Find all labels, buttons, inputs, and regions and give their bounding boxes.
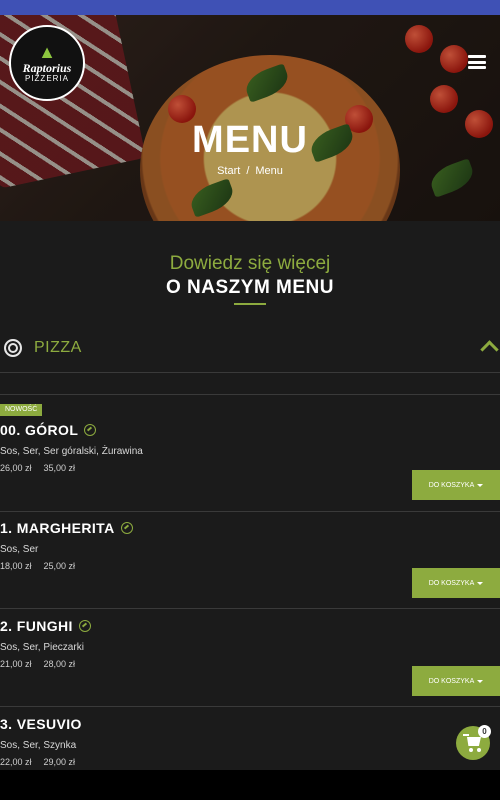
- item-name-text: 00. GÓROL: [0, 422, 79, 438]
- category-pizza-toggle[interactable]: PIZZA: [0, 330, 500, 372]
- hero-banner: ▲ Raptorius PIZZERIA MENU Start / Menu: [0, 15, 500, 221]
- cart-count-badge: 0: [478, 725, 491, 738]
- menu-item: 1. MARGHERITA Sos, Ser 18,00 zł 25,00 zł …: [0, 511, 500, 608]
- price-small: 26,00 zł: [0, 463, 32, 473]
- breadcrumb-separator: /: [246, 165, 250, 177]
- price-small: 22,00 zł: [0, 757, 32, 767]
- caret-down-icon: [477, 581, 484, 585]
- brand-subtitle: PIZZERIA: [24, 74, 69, 83]
- item-ingredients: Sos, Ser, Ser góralski, Żurawina: [0, 446, 143, 457]
- add-to-cart-label: DO KOSZYKA: [428, 579, 475, 587]
- item-name: 3. VESUVIO: [0, 716, 82, 732]
- price-large: 35,00 zł: [43, 463, 76, 473]
- item-ingredients: Sos, Ser, Pieczarki: [0, 642, 84, 653]
- item-ingredients: Sos, Ser: [0, 544, 39, 555]
- item-prices: 26,00 zł 35,00 zł: [0, 463, 87, 473]
- item-name: 2. FUNGHI: [0, 618, 91, 634]
- add-to-cart-button[interactable]: DO KOSZYKA: [412, 666, 500, 696]
- section-title: O NASZYM MENU: [166, 277, 334, 298]
- pizza-icon: [4, 339, 22, 357]
- price-large: 29,00 zł: [43, 757, 76, 767]
- item-ingredients: Sos, Ser, Szynka: [0, 740, 77, 751]
- caret-down-icon: [477, 679, 484, 683]
- item-prices: 22,00 zł 29,00 zł: [0, 757, 87, 767]
- brand-logo[interactable]: ▲ Raptorius PIZZERIA: [9, 25, 85, 101]
- vegetarian-leaf-icon: [78, 620, 91, 632]
- price-large: 25,00 zł: [43, 561, 76, 571]
- breadcrumb-home-link[interactable]: Start: [217, 165, 240, 177]
- item-prices: 21,00 zł 28,00 zł: [0, 659, 87, 669]
- section-subtitle: Dowiedz się więcej: [169, 253, 331, 274]
- breadcrumb-current: Menu: [255, 165, 283, 177]
- system-status-bar: [0, 0, 500, 15]
- add-to-cart-button[interactable]: DO KOSZYKA: [412, 470, 500, 500]
- breadcrumb: Start / Menu: [0, 165, 500, 177]
- page-title: MENU: [192, 119, 308, 161]
- brand-name: Raptorius: [22, 61, 72, 75]
- price-large: 28,00 zł: [43, 659, 76, 669]
- price-small: 18,00 zł: [0, 561, 32, 571]
- item-name-text: 1. MARGHERITA: [0, 520, 115, 536]
- divider: [0, 372, 500, 373]
- caret-down-icon: [477, 483, 484, 487]
- menu-item: 2. FUNGHI Sos, Ser, Pieczarki 21,00 zł 28…: [0, 608, 500, 706]
- vegetarian-leaf-icon: [120, 522, 133, 534]
- menu-item: NOWOŚĆ 00. GÓROL Sos, Ser, Ser góralski,…: [0, 394, 500, 511]
- chevron-up-icon[interactable]: [481, 338, 497, 354]
- system-navigation-bar: [0, 770, 500, 800]
- dinosaur-icon: ▲: [38, 42, 56, 62]
- category-label: PIZZA: [34, 339, 82, 356]
- vegetarian-leaf-icon: [84, 424, 97, 436]
- section-underline: [234, 303, 266, 305]
- new-badge: NOWOŚĆ: [0, 404, 43, 416]
- item-name: 1. MARGHERITA: [0, 520, 133, 536]
- item-name: 00. GÓROL: [0, 422, 97, 438]
- hamburger-menu-icon[interactable]: [468, 55, 486, 69]
- item-prices: 18,00 zł 25,00 zł: [0, 561, 87, 571]
- menu-item: 3. VESUVIO Sos, Ser, Szynka 22,00 zł 29,0…: [0, 706, 500, 770]
- price-small: 21,00 zł: [0, 659, 32, 669]
- add-to-cart-label: DO KOSZYKA: [428, 481, 475, 489]
- add-to-cart-button[interactable]: DO KOSZYKA: [412, 568, 500, 598]
- add-to-cart-label: DO KOSZYKA: [428, 677, 475, 685]
- item-name-text: 2. FUNGHI: [0, 618, 73, 634]
